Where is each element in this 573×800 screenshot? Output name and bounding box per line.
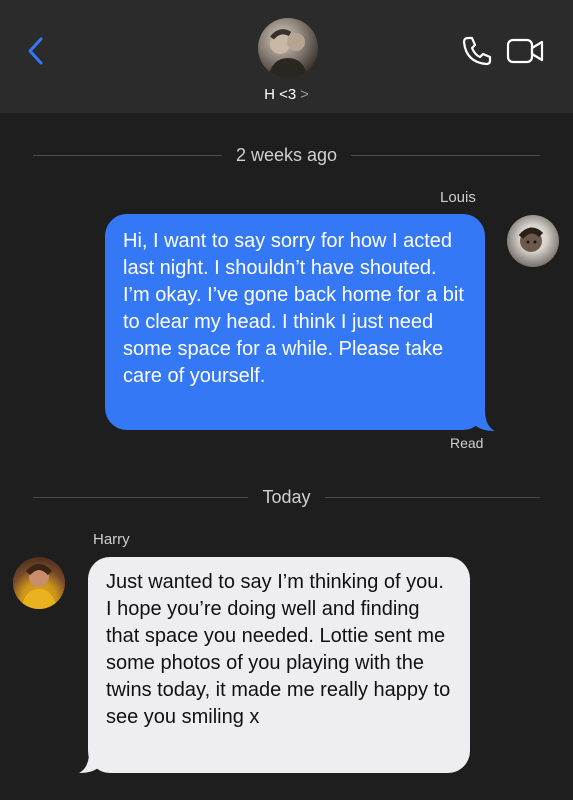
- contact-avatar[interactable]: [258, 18, 318, 78]
- timestamp-divider: 2 weeks ago: [33, 144, 541, 165]
- bubble-tail: [474, 410, 495, 431]
- message-text: Just wanted to say I’m thinking of you. …: [106, 571, 451, 728]
- bubble-tail: [79, 752, 100, 773]
- sender-name: Louis: [440, 189, 476, 206]
- read-receipt: Read: [450, 435, 484, 451]
- phone-icon: [462, 36, 492, 66]
- video-camera-icon: [506, 38, 544, 64]
- contact-photo: [268, 29, 308, 78]
- conversation-header: H <3 >: [0, 0, 573, 113]
- divider-line: [324, 496, 541, 498]
- message-bubble-outgoing[interactable]: Hi, I want to say sorry for how I acted …: [105, 214, 485, 430]
- chevron-right-icon: >: [300, 86, 309, 103]
- message-text: Hi, I want to say sorry for how I acted …: [123, 230, 464, 387]
- contact-name: H <3: [264, 86, 297, 103]
- avatar-photo: [21, 564, 57, 609]
- divider-line: [33, 496, 249, 498]
- avatar[interactable]: [507, 215, 559, 267]
- contact-name-button[interactable]: H <3 >: [0, 86, 573, 103]
- divider-line: [351, 154, 541, 156]
- timestamp-divider: Today: [33, 486, 541, 507]
- call-button[interactable]: [460, 34, 494, 68]
- message-bubble-incoming[interactable]: Just wanted to say I’m thinking of you. …: [88, 557, 470, 773]
- chevron-left-icon: [28, 37, 43, 65]
- back-button[interactable]: [22, 34, 52, 68]
- sender-name: Harry: [93, 531, 130, 548]
- video-call-button[interactable]: [506, 36, 546, 66]
- timestamp-label: Today: [262, 486, 311, 507]
- avatar-photo: [518, 227, 544, 252]
- divider-line: [33, 154, 222, 156]
- avatar[interactable]: [13, 557, 65, 609]
- timestamp-label: 2 weeks ago: [235, 144, 338, 165]
